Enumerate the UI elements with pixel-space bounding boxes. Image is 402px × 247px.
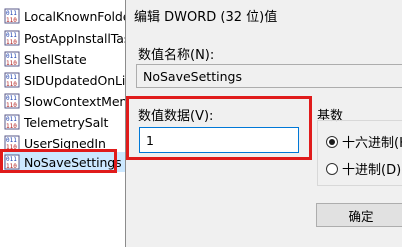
svg-text:110: 110 bbox=[6, 17, 17, 24]
registry-binary-value-icon: 011110 bbox=[4, 93, 20, 109]
list-item-shellstate[interactable]: 011 110 ShellState bbox=[4, 49, 125, 69]
svg-text:011: 011 bbox=[6, 137, 17, 144]
registry-binary-value-icon: 011110 bbox=[4, 8, 20, 24]
list-item-label: TelemetrySalt bbox=[24, 114, 109, 130]
list-item-label: ShellState bbox=[24, 51, 87, 67]
selection-highlight-box bbox=[0, 149, 117, 173]
list-item-sidupdatedonlibraries[interactable]: 011 110 SIDUpdatedOnLib bbox=[4, 70, 125, 90]
value-name-field: NoSaveSettings bbox=[136, 64, 402, 88]
list-item-label: LocalKnownFolde bbox=[24, 8, 125, 24]
list-item-label: SIDUpdatedOnLib bbox=[24, 72, 125, 88]
registry-binary-value-icon: 011110 bbox=[4, 30, 20, 46]
ok-button[interactable]: 确定 bbox=[316, 203, 402, 227]
list-item-localknownfolder[interactable]: 011 110 LocalKnownFolde bbox=[4, 6, 125, 26]
registry-binary-value-icon: 011110 bbox=[4, 114, 20, 130]
registry-binary-value-icon: 011110 bbox=[4, 72, 20, 88]
radio-decimal[interactable]: 十进制(D) bbox=[326, 159, 401, 178]
list-item-telemetrysalt[interactable]: 011 110 TelemetrySalt bbox=[4, 112, 125, 132]
svg-text:110: 110 bbox=[6, 123, 17, 130]
value-name-label: 数值名称(N): bbox=[138, 48, 215, 63]
svg-text:011: 011 bbox=[6, 95, 17, 102]
dialog-title: 编辑 DWORD (32 位)值 bbox=[134, 10, 278, 25]
radio-dec-indicator[interactable] bbox=[326, 162, 338, 175]
list-item-slowcontextmenu[interactable]: 011 110 SlowContextMenu bbox=[4, 91, 125, 111]
svg-text:011: 011 bbox=[6, 74, 17, 81]
svg-text:011: 011 bbox=[6, 10, 17, 17]
registry-binary-value-icon: 011110 bbox=[4, 51, 20, 67]
list-item-label: PostAppInstallTas bbox=[24, 30, 125, 46]
svg-text:110: 110 bbox=[6, 39, 17, 46]
svg-text:110: 110 bbox=[6, 81, 17, 88]
svg-text:011: 011 bbox=[6, 116, 17, 123]
registry-value-list: 011 110 LocalKnownFolde 011 110 PostAppIns… bbox=[0, 0, 125, 247]
svg-text:110: 110 bbox=[6, 60, 17, 67]
svg-text:110: 110 bbox=[6, 102, 17, 109]
list-item-postappinstalltasks[interactable]: 011 110 PostAppInstallTas bbox=[4, 28, 125, 48]
radio-hexadecimal[interactable]: 十六进制(H bbox=[326, 132, 402, 151]
radio-dec-label: 十进制(D) bbox=[342, 163, 402, 178]
radio-hex-indicator[interactable] bbox=[326, 135, 338, 148]
list-item-label: SlowContextMenu bbox=[24, 93, 125, 109]
base-group: 十六进制(H 十进制(D) bbox=[317, 120, 402, 186]
svg-text:011: 011 bbox=[6, 53, 17, 60]
edit-dword-dialog: 编辑 DWORD (32 位)值 数值名称(N): NoSaveSettings… bbox=[125, 0, 402, 247]
radio-hex-label: 十六进制(H bbox=[342, 136, 402, 151]
svg-text:011: 011 bbox=[6, 32, 17, 39]
value-data-highlight-box bbox=[126, 96, 312, 160]
